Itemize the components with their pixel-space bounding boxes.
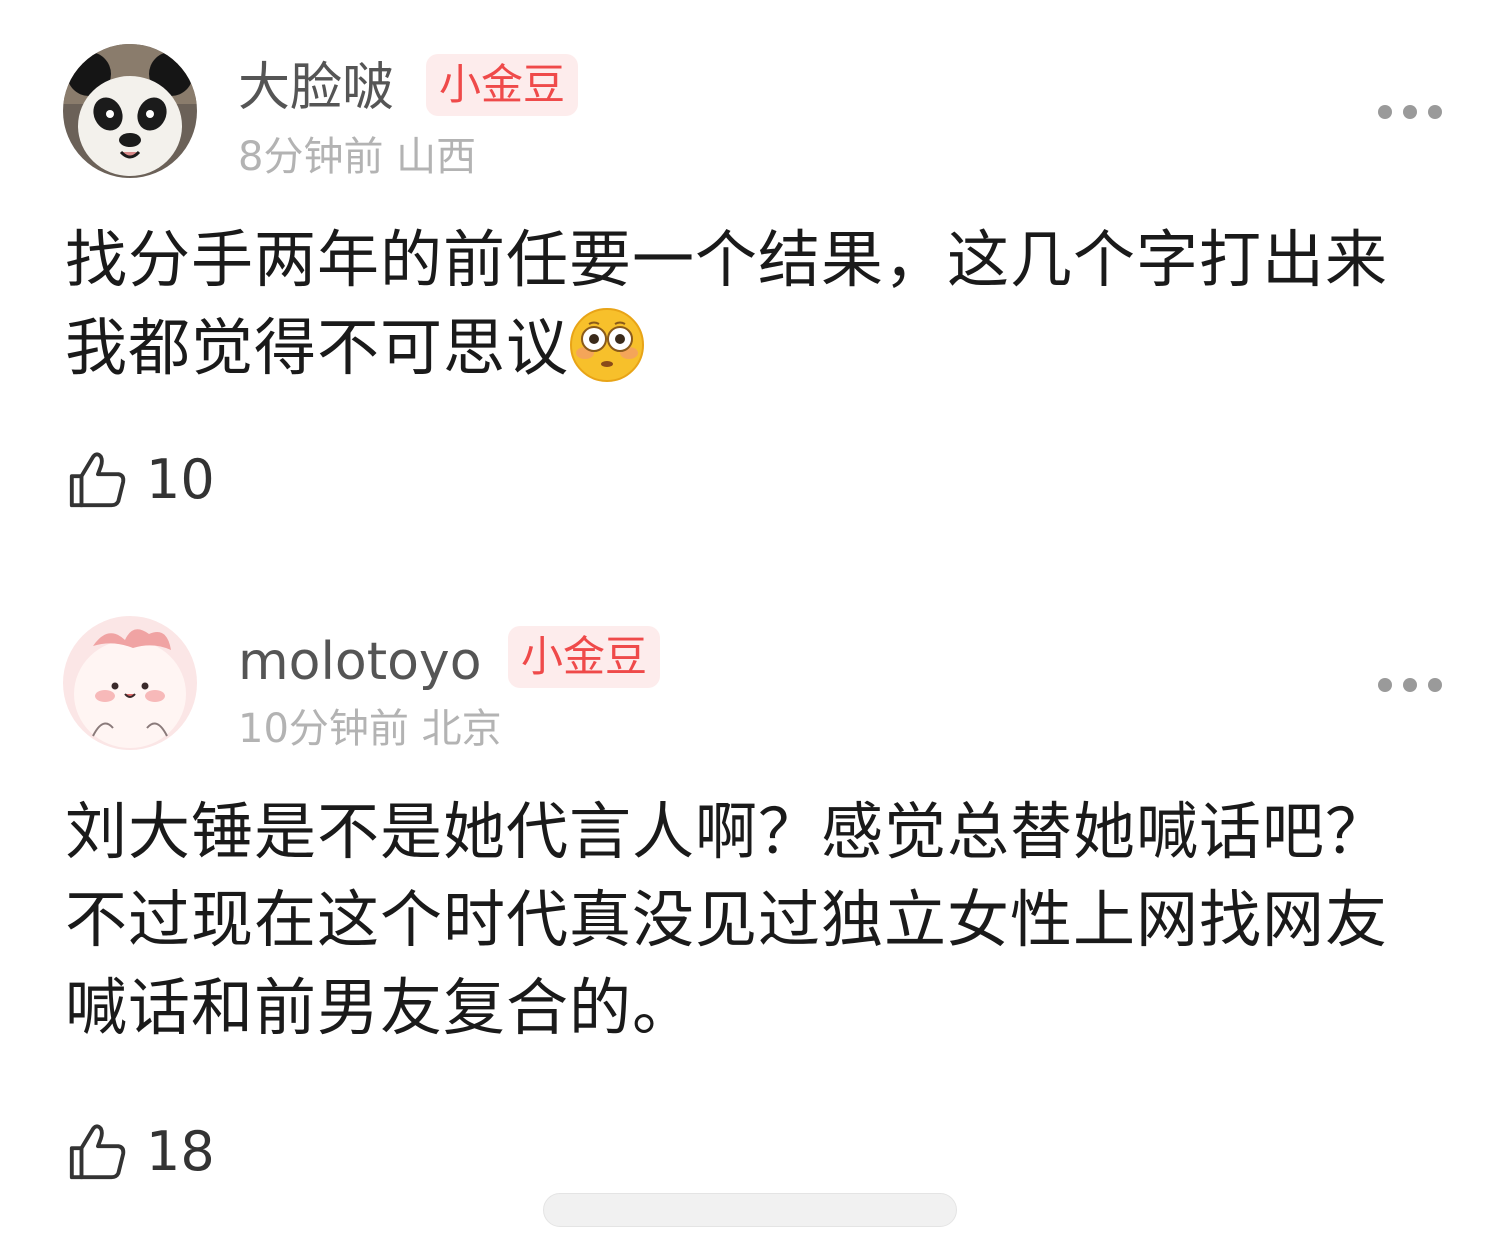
comment-body: 找分手两年的前任要一个结果，这几个字打出来我都觉得不可思议 [65,223,1389,384]
comment-body: 刘大锤是不是她代言人啊？感觉总替她喊话吧？不过现在这个时代真没见过独立女性上网找… [65,795,1389,1044]
level-badge: 小金豆 [508,626,661,688]
level-badge: 小金豆 [426,54,579,116]
dot [1428,678,1442,692]
more-options-icon[interactable] [1378,104,1442,120]
thumbs-up-icon [69,1124,126,1180]
panda-avatar[interactable] [63,44,197,178]
dot [1378,105,1392,119]
pink-cartoon-avatar[interactable] [63,616,197,750]
dot [1403,105,1417,119]
like-button[interactable]: 10 [66,448,215,512]
dot [1428,105,1442,119]
like-count: 10 [146,448,215,511]
comment-meta: 8分钟前 山西 [238,134,477,180]
more-options-icon[interactable] [1378,677,1442,693]
comment-text: 刘大锤是不是她代言人啊？感觉总替她喊话吧？不过现在这个时代真没见过独立女性上网找… [65,788,1415,1052]
dot [1403,678,1417,692]
flushed-face-emoji [569,307,645,383]
like-count: 18 [146,1120,215,1183]
home-indicator[interactable] [543,1193,957,1227]
thumbs-up-icon [69,452,126,508]
username[interactable]: 大脸啵 [238,56,394,120]
dot [1378,678,1392,692]
comment-text: 找分手两年的前任要一个结果，这几个字打出来我都觉得不可思议 [65,216,1415,392]
like-button[interactable]: 18 [66,1120,215,1184]
username[interactable]: molotoyo [238,630,482,694]
comment-meta: 10分钟前 北京 [238,706,502,752]
